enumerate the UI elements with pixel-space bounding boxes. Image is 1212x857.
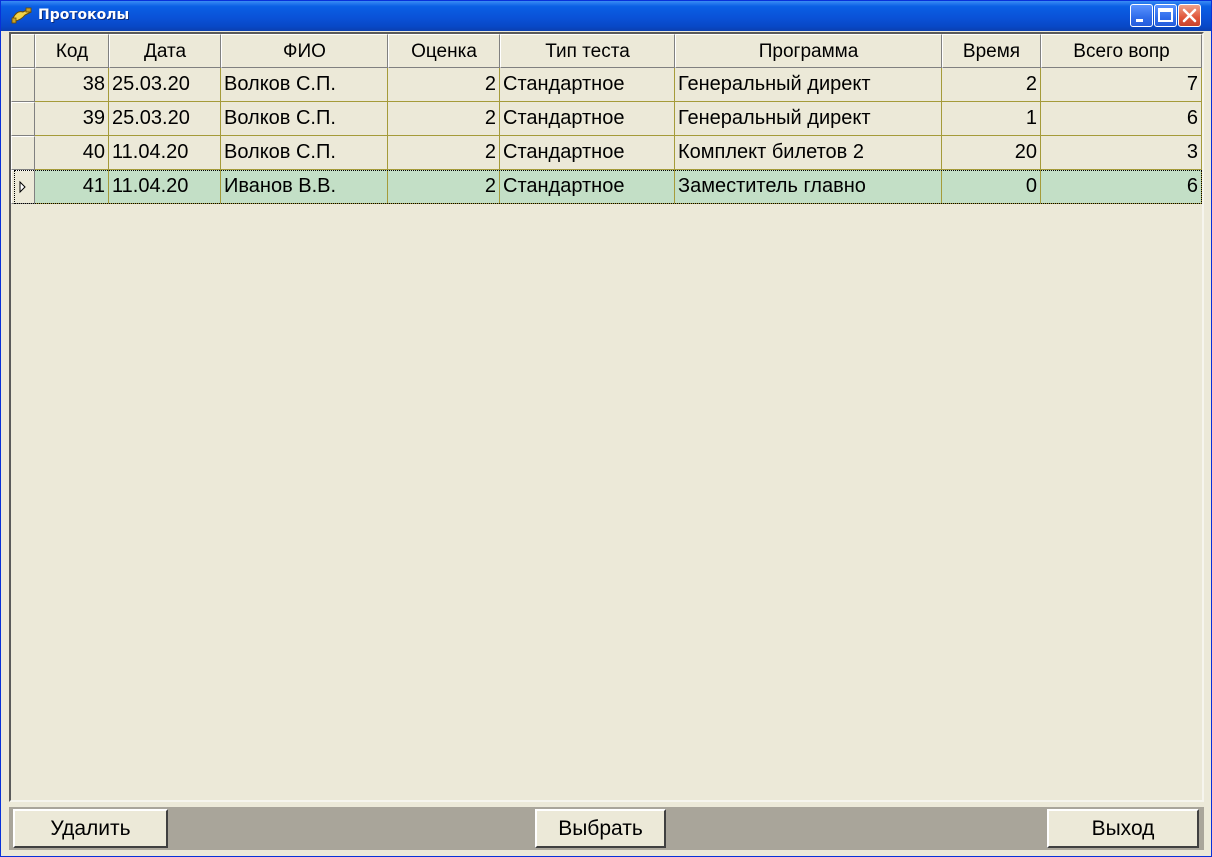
delete-button[interactable]: Удалить [13,809,168,848]
cell-time[interactable]: 20 [942,136,1041,170]
cell-test-type[interactable]: Стандартное [500,170,675,204]
cell-time[interactable]: 1 [942,102,1041,136]
cell-total[interactable]: 6 [1041,102,1202,136]
cell-time[interactable]: 0 [942,170,1041,204]
table-row[interactable]: 39 25.03.20 Волков С.П. 2 Стандартное Ге… [11,102,1203,136]
cell-test-type[interactable]: Стандартное [500,102,675,136]
cell-code[interactable]: 39 [35,102,109,136]
column-header-code[interactable]: Код [35,34,109,68]
cell-date[interactable]: 11.04.20 [109,170,221,204]
app-cable-icon [11,6,33,26]
cell-date[interactable]: 25.03.20 [109,68,221,102]
cell-time[interactable]: 2 [942,68,1041,102]
cell-code[interactable]: 40 [35,136,109,170]
maximize-icon [1158,8,1173,22]
grid-header: Код Дата ФИО Оценка Тип теста Программа … [11,34,1203,68]
cell-date[interactable]: 11.04.20 [109,136,221,170]
window-title: Протоколы [38,7,130,23]
close-icon [1182,8,1197,23]
cell-program[interactable]: Заместитель главно [675,170,942,204]
row-pointer-icon [19,180,26,194]
minimize-button[interactable] [1130,4,1153,27]
select-button[interactable]: Выбрать [535,809,666,848]
cell-program[interactable]: Генеральный директ [675,102,942,136]
cell-fio[interactable]: Иванов В.В. [221,170,388,204]
cell-grade[interactable]: 2 [388,170,500,204]
table-row[interactable]: 38 25.03.20 Волков С.П. 2 Стандартное Ге… [11,68,1203,102]
button-panel: Удалить Выбрать Выход [9,807,1204,850]
column-header-fio[interactable]: ФИО [221,34,388,68]
cell-program[interactable]: Генеральный директ [675,68,942,102]
cell-code[interactable]: 41 [35,170,109,204]
cell-test-type[interactable]: Стандартное [500,68,675,102]
cell-test-type[interactable]: Стандартное [500,136,675,170]
cell-fio[interactable]: Волков С.П. [221,102,388,136]
protocols-grid[interactable]: Код Дата ФИО Оценка Тип теста Программа … [11,34,1202,802]
cell-code[interactable]: 38 [35,68,109,102]
cell-total[interactable]: 7 [1041,68,1202,102]
protocols-window: Протоколы Код Дата ФИО Оценка Тип теста … [0,0,1212,857]
header-indicator-cell [11,34,35,68]
column-header-time[interactable]: Время [942,34,1041,68]
column-header-test-type[interactable]: Тип теста [500,34,675,68]
column-header-total[interactable]: Всего вопр [1041,34,1202,68]
close-button[interactable] [1178,4,1201,27]
cell-grade[interactable]: 2 [388,102,500,136]
cell-date[interactable]: 25.03.20 [109,102,221,136]
title-bar[interactable]: Протоколы [1,1,1211,31]
cell-grade[interactable]: 2 [388,68,500,102]
exit-button[interactable]: Выход [1047,809,1199,848]
cell-grade[interactable]: 2 [388,136,500,170]
row-indicator[interactable] [11,170,35,204]
column-header-program[interactable]: Программа [675,34,942,68]
maximize-button[interactable] [1154,4,1177,27]
table-row-selected[interactable]: 41 11.04.20 Иванов В.В. 2 Стандартное За… [11,170,1203,204]
cell-fio[interactable]: Волков С.П. [221,68,388,102]
column-header-date[interactable]: Дата [109,34,221,68]
row-indicator[interactable] [11,68,35,102]
cell-program[interactable]: Комплект билетов 2 [675,136,942,170]
row-indicator[interactable] [11,102,35,136]
cell-total[interactable]: 3 [1041,136,1202,170]
cell-fio[interactable]: Волков С.П. [221,136,388,170]
row-indicator[interactable] [11,136,35,170]
cell-total[interactable]: 6 [1041,170,1202,204]
minimize-icon [1136,19,1143,22]
table-row[interactable]: 40 11.04.20 Волков С.П. 2 Стандартное Ко… [11,136,1203,170]
column-header-grade[interactable]: Оценка [388,34,500,68]
